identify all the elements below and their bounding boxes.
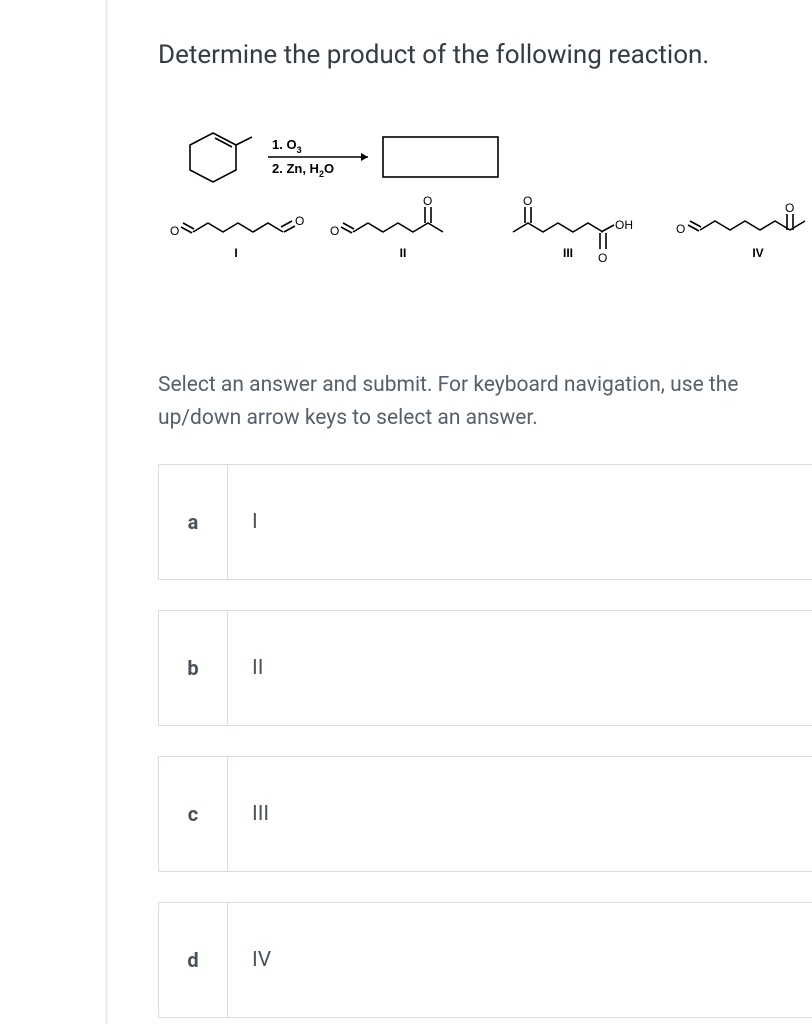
answer-letter: c xyxy=(158,756,228,872)
reagent-2: 2. Zn, H xyxy=(272,161,319,176)
answer-option-d[interactable]: d IV xyxy=(158,902,812,1018)
svg-text:2. Zn, H2O: 2. Zn, H2O xyxy=(272,161,334,179)
question-title: Determine the product of the following r… xyxy=(158,40,812,70)
reaction-arrow-group: 1. O3 2. Zn, H2O xyxy=(268,137,368,179)
reaction-scheme: 1. O3 2. Zn, H2O O O I xyxy=(168,125,812,309)
svg-text:O: O xyxy=(676,222,685,236)
reagent-2-suffix: O xyxy=(324,161,334,176)
svg-text:O: O xyxy=(295,214,304,228)
product-3-label: III xyxy=(563,246,573,260)
instructions-text: Select an answer and submit. For keyboar… xyxy=(158,369,812,434)
reagent-1-sub: 3 xyxy=(297,145,302,155)
reaction-svg: 1. O3 2. Zn, H2O O O I xyxy=(168,125,812,305)
svg-text:O: O xyxy=(785,201,794,215)
answer-option-a[interactable]: a I xyxy=(158,464,812,580)
product-4-structure: O O xyxy=(676,201,805,236)
answer-text: IV xyxy=(228,902,812,1018)
svg-text:O: O xyxy=(523,194,532,208)
answer-option-c[interactable]: c III xyxy=(158,756,812,872)
answer-letter: b xyxy=(158,610,228,726)
product-1-label: I xyxy=(234,246,237,260)
left-gutter xyxy=(0,0,105,1024)
reactant-structure xyxy=(190,133,252,182)
oh-label: OH xyxy=(615,218,633,232)
svg-text:1. O3: 1. O3 xyxy=(272,137,302,155)
svg-text:O: O xyxy=(170,224,179,238)
product-4-label: IV xyxy=(752,246,763,260)
product-box[interactable] xyxy=(383,137,498,177)
svg-text:O: O xyxy=(423,194,432,208)
answer-letter: d xyxy=(158,902,228,1018)
answer-text: III xyxy=(228,756,812,872)
product-2-label: II xyxy=(400,246,407,260)
reagent-1: 1. O xyxy=(272,137,297,152)
answer-option-b[interactable]: b II xyxy=(158,610,812,726)
answer-text: I xyxy=(228,464,812,580)
svg-text:O: O xyxy=(330,224,339,238)
product-1-structure: O O xyxy=(170,214,304,238)
answer-letter: a xyxy=(158,464,228,580)
answer-text: II xyxy=(228,610,812,726)
content-area: Determine the product of the following r… xyxy=(108,0,812,1018)
product-2-structure: O O xyxy=(330,194,443,238)
answer-list: a I b II c III d IV xyxy=(158,464,812,1018)
svg-text:O: O xyxy=(598,251,607,265)
